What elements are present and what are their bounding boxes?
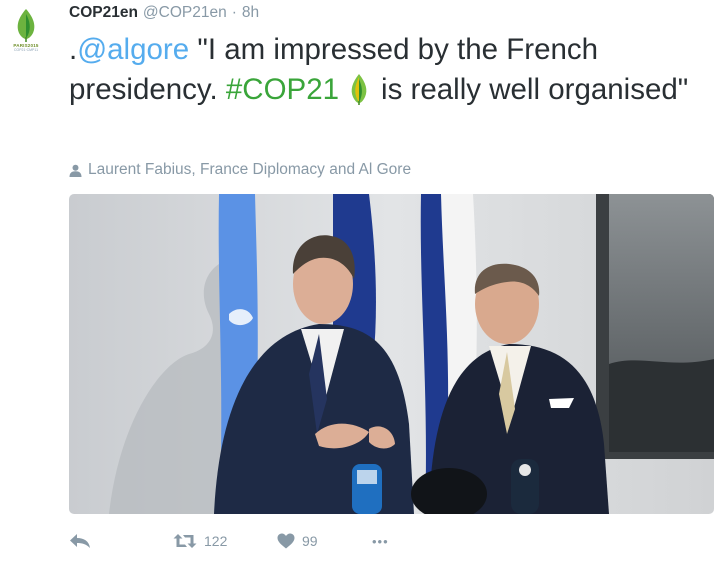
reply-icon bbox=[70, 534, 90, 548]
hashtag-link[interactable]: #COP21 bbox=[226, 73, 339, 106]
more-button[interactable]: ••• bbox=[372, 534, 389, 549]
tweet-prefix: . bbox=[69, 33, 78, 66]
retweet-count: 122 bbox=[204, 533, 228, 549]
tweet-photo[interactable] bbox=[69, 194, 714, 514]
like-count: 99 bbox=[302, 533, 318, 549]
tweet-timestamp[interactable]: 8h bbox=[242, 4, 259, 22]
separator-dot: · bbox=[231, 4, 237, 21]
retweet-button[interactable]: 122 bbox=[173, 533, 227, 549]
heart-icon bbox=[277, 533, 295, 549]
tagged-people[interactable]: Laurent Fabius, France Diplomacy and Al … bbox=[69, 161, 411, 179]
like-button[interactable]: 99 bbox=[277, 533, 318, 549]
photo-image bbox=[69, 194, 714, 514]
cop21-hashtag-leaf-icon bbox=[349, 73, 369, 116]
cop21-leaf-icon bbox=[17, 9, 35, 42]
tweet-header: COP21en @COP21en · 8h bbox=[69, 4, 259, 26]
reply-button[interactable] bbox=[69, 533, 91, 549]
tweet-text: .@algore "I am impressed by the French p… bbox=[69, 30, 709, 115]
retweet-icon bbox=[173, 534, 197, 548]
account-handle[interactable]: @COP21en bbox=[143, 4, 227, 22]
avatar[interactable]: PARIS2015 COP21·CMP11 bbox=[6, 8, 46, 64]
person-icon bbox=[69, 164, 82, 177]
more-icon: ••• bbox=[372, 533, 389, 549]
tweet-text-part-2: is really well organised" bbox=[381, 72, 689, 106]
account-name[interactable]: COP21en bbox=[69, 4, 138, 22]
tagged-people-label: Laurent Fabius, France Diplomacy and Al … bbox=[88, 161, 412, 178]
avatar-brand-bottom: COP21·CMP11 bbox=[13, 48, 39, 52]
mention-link[interactable]: @algore bbox=[77, 33, 189, 66]
